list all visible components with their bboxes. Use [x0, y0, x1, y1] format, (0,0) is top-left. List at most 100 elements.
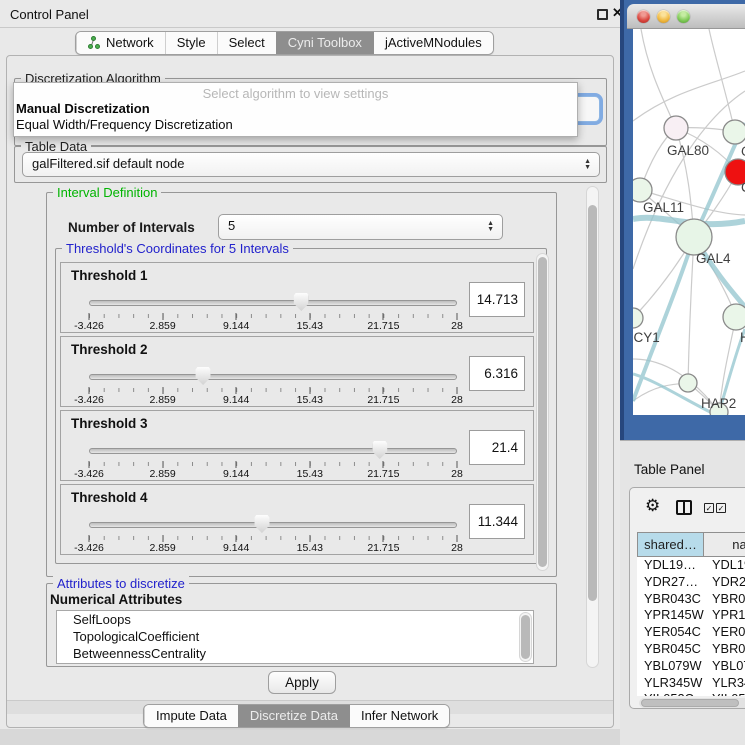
table-hscrollbar-thumb[interactable] — [641, 699, 739, 707]
top-tab[interactable]: jActiveMNodules — [373, 32, 493, 54]
table-row[interactable]: YBL079W YBL079W — [637, 658, 745, 675]
threshold-title: Threshold 4 — [71, 490, 148, 505]
top-tab-bar: Network Style Select Cyni Toolbox — [75, 31, 494, 55]
combo-value: 5 — [228, 218, 235, 233]
slider-thumb[interactable] — [372, 441, 387, 459]
column-header-name[interactable]: name — [704, 532, 745, 557]
apply-button[interactable]: Apply — [268, 671, 336, 694]
threshold-value-field[interactable]: 11.344 — [469, 504, 525, 539]
table-row[interactable]: YBR043C YBR043C — [637, 591, 745, 608]
cell-name: YBL079W — [704, 658, 745, 675]
attributes-list[interactable]: SelfLoops TopologicalCoefficient Between… — [56, 610, 534, 664]
attribute-item[interactable]: TopologicalCoefficient — [57, 628, 533, 645]
slider-ticks: -3.426 2.859 9.144 — [89, 461, 457, 481]
table-hscrollbar[interactable] — [639, 698, 745, 708]
tick-label: 15.43 — [297, 394, 323, 406]
tick-label: -3.426 — [74, 542, 104, 554]
tick-label: -3.426 — [74, 320, 104, 332]
tick-mark — [309, 387, 310, 394]
network-node[interactable] — [679, 374, 697, 392]
tick-label: 21.715 — [367, 468, 399, 480]
table-row[interactable]: YIL052C YIL052C — [637, 691, 745, 696]
gear-icon[interactable]: ⚙ — [645, 496, 660, 516]
top-tab[interactable]: Style — [165, 32, 217, 54]
bottom-tab[interactable]: Discretize Data — [238, 705, 349, 727]
slider-ticks: -3.426 2.859 9.144 — [89, 387, 457, 407]
network-node[interactable] — [723, 304, 745, 330]
split-view-icon[interactable] — [676, 500, 692, 515]
desktop-edge — [620, 0, 624, 440]
tick-mark — [162, 461, 163, 468]
top-tab[interactable]: Network — [76, 32, 165, 54]
node-label: H — [740, 330, 745, 345]
attributes-scrollbar[interactable] — [519, 612, 532, 662]
network-node[interactable] — [723, 120, 745, 144]
column-header-shared-name[interactable]: shared… — [637, 532, 704, 557]
group-title: Attributes to discretize — [53, 576, 189, 591]
slider-track[interactable] — [89, 300, 457, 306]
tick-label: 2.859 — [149, 394, 175, 406]
tick-mark — [162, 535, 163, 542]
main-scrollbar-thumb[interactable] — [588, 205, 597, 601]
slider-track[interactable] — [89, 522, 457, 528]
minimize-button[interactable] — [657, 10, 670, 23]
slider-thumb[interactable] — [196, 367, 211, 385]
slider-thumb[interactable] — [254, 515, 269, 533]
network-node[interactable] — [633, 308, 643, 328]
tab-label: Impute Data — [156, 705, 227, 727]
table-row[interactable]: YDR27… YDR27… — [637, 574, 745, 591]
node-label: GAL80 — [667, 143, 709, 158]
node-label: GAL11 — [643, 200, 684, 215]
zoom-button[interactable] — [677, 10, 690, 23]
bottom-tab[interactable]: Impute Data — [144, 705, 238, 727]
table-row[interactable]: YLR345W YLR345W — [637, 675, 745, 692]
tick-mark — [309, 535, 310, 542]
tab-label: Cyni Toolbox — [288, 32, 362, 54]
intervals-combobox[interactable]: 5 ▲▼ — [218, 214, 503, 240]
attributes-scrollbar-thumb[interactable] — [521, 615, 530, 659]
tick-mark — [236, 461, 237, 468]
popup-option[interactable]: Equal Width/Frequency Discretization — [14, 117, 577, 133]
table-row[interactable]: YER054C YER054C — [637, 624, 745, 641]
thresholds-scrollbar-thumb[interactable] — [538, 257, 547, 567]
network-node[interactable] — [664, 116, 688, 140]
top-tab[interactable]: Select — [217, 32, 276, 54]
table-row[interactable]: YDL19… YDL19… — [637, 557, 745, 574]
network-window-titlebar[interactable] — [627, 4, 745, 29]
tick-mark — [457, 313, 458, 320]
tick-mark — [383, 461, 384, 468]
threshold-value-field[interactable]: 21.4 — [469, 430, 525, 465]
node-label: HAP2 — [701, 396, 736, 411]
network-view-canvas[interactable]: GAL80GACGAL11GAL4GCY1HHAP2 — [633, 29, 745, 415]
close-button[interactable] — [637, 10, 650, 23]
attribute-item[interactable]: BetweennessCentrality — [57, 645, 533, 662]
network-node[interactable] — [676, 219, 712, 255]
control-panel: Control Panel ✕ Network Style Select — [0, 0, 620, 745]
top-tab[interactable]: Cyni Toolbox — [276, 32, 373, 54]
table-data-combobox[interactable]: galFiltered.sif default node ▲▼ — [22, 152, 600, 177]
main-scrollbar[interactable] — [586, 186, 599, 668]
tick-label: 15.43 — [297, 468, 323, 480]
attribute-item[interactable]: SelfLoops — [57, 611, 533, 628]
slider-track[interactable] — [89, 448, 457, 454]
network-icon — [88, 36, 101, 50]
table-row[interactable]: YBR045C YBR045C — [637, 641, 745, 658]
slider-thumb[interactable] — [294, 293, 309, 311]
float-window-icon[interactable] — [597, 9, 608, 20]
tick-mark — [383, 535, 384, 542]
bottom-tab[interactable]: Infer Network — [349, 705, 449, 727]
tick-mark — [457, 461, 458, 468]
threshold-value-field[interactable]: 14.713 — [469, 282, 525, 317]
table-row[interactable]: YPR145W YPR145W — [637, 607, 745, 624]
checkbox-icon[interactable]: ✓ — [716, 503, 726, 513]
thresholds-scrollbar[interactable] — [536, 253, 549, 571]
tick-label: 28 — [451, 394, 463, 406]
tick-label: -3.426 — [74, 394, 104, 406]
network-node[interactable] — [633, 178, 652, 202]
checkbox-icon[interactable]: ✓ — [704, 503, 714, 513]
slider-ticks: -3.426 2.859 9.144 — [89, 313, 457, 333]
slider-track[interactable] — [89, 374, 457, 380]
popup-option[interactable]: Manual Discretization — [14, 101, 577, 117]
cell-shared-name: YBR043C — [637, 591, 704, 608]
threshold-value-field[interactable]: 6.316 — [469, 356, 525, 391]
